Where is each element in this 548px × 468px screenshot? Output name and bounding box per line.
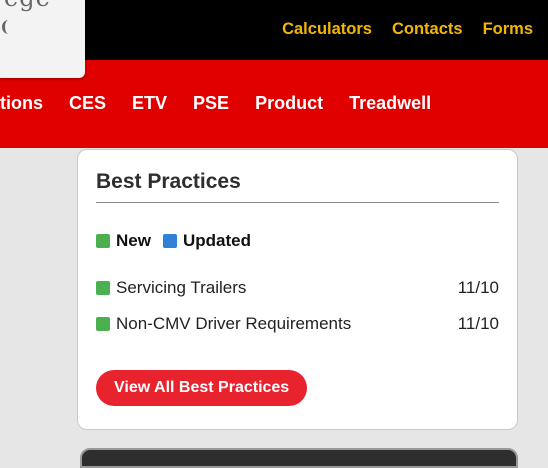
view-all-best-practices-button[interactable]: View All Best Practices [96, 370, 308, 406]
card-title: Best Practices [96, 170, 241, 193]
item-date: 11/10 [457, 278, 499, 297]
forms-link[interactable]: Forms [483, 20, 533, 39]
nav-item-pse[interactable]: PSE [193, 93, 229, 114]
list-item[interactable]: Non-CMV Driver Requirements 11/10 [96, 314, 499, 334]
new-status-icon [96, 317, 110, 331]
site-logo[interactable]: ege [0, 0, 85, 78]
updated-swatch-icon [162, 234, 177, 248]
card-divider [96, 202, 499, 203]
main-nav-items: rations CES ETV PSE Product Treadwell [0, 93, 431, 114]
legend-updated-label: Updated [182, 231, 251, 250]
item-title[interactable]: Servicing Trailers [116, 278, 246, 298]
nav-item-operations[interactable]: rations [0, 93, 43, 114]
calculators-link[interactable]: Calculators [282, 20, 372, 39]
list-item[interactable]: Servicing Trailers 11/10 [96, 278, 499, 298]
status-legend: New Updated [96, 231, 263, 251]
nav-item-etv[interactable]: ETV [132, 93, 167, 114]
top-links: Calculators Contacts Forms [282, 20, 533, 39]
logo-mark-icon [2, 20, 15, 34]
logo-text: ege [4, 0, 51, 12]
nav-item-ces[interactable]: CES [69, 93, 106, 114]
best-practices-card: Best Practices New Updated Servicing Tra… [77, 149, 518, 430]
next-card-edge [80, 448, 518, 468]
new-swatch-icon [96, 234, 110, 248]
new-status-icon [96, 281, 110, 295]
nav-item-product[interactable]: Product [255, 93, 323, 114]
nav-item-treadwell[interactable]: Treadwell [349, 93, 431, 114]
legend-new-label: New [116, 231, 151, 250]
item-date: 11/10 [457, 314, 499, 333]
contacts-link[interactable]: Contacts [392, 20, 463, 39]
item-title[interactable]: Non-CMV Driver Requirements [116, 314, 351, 334]
